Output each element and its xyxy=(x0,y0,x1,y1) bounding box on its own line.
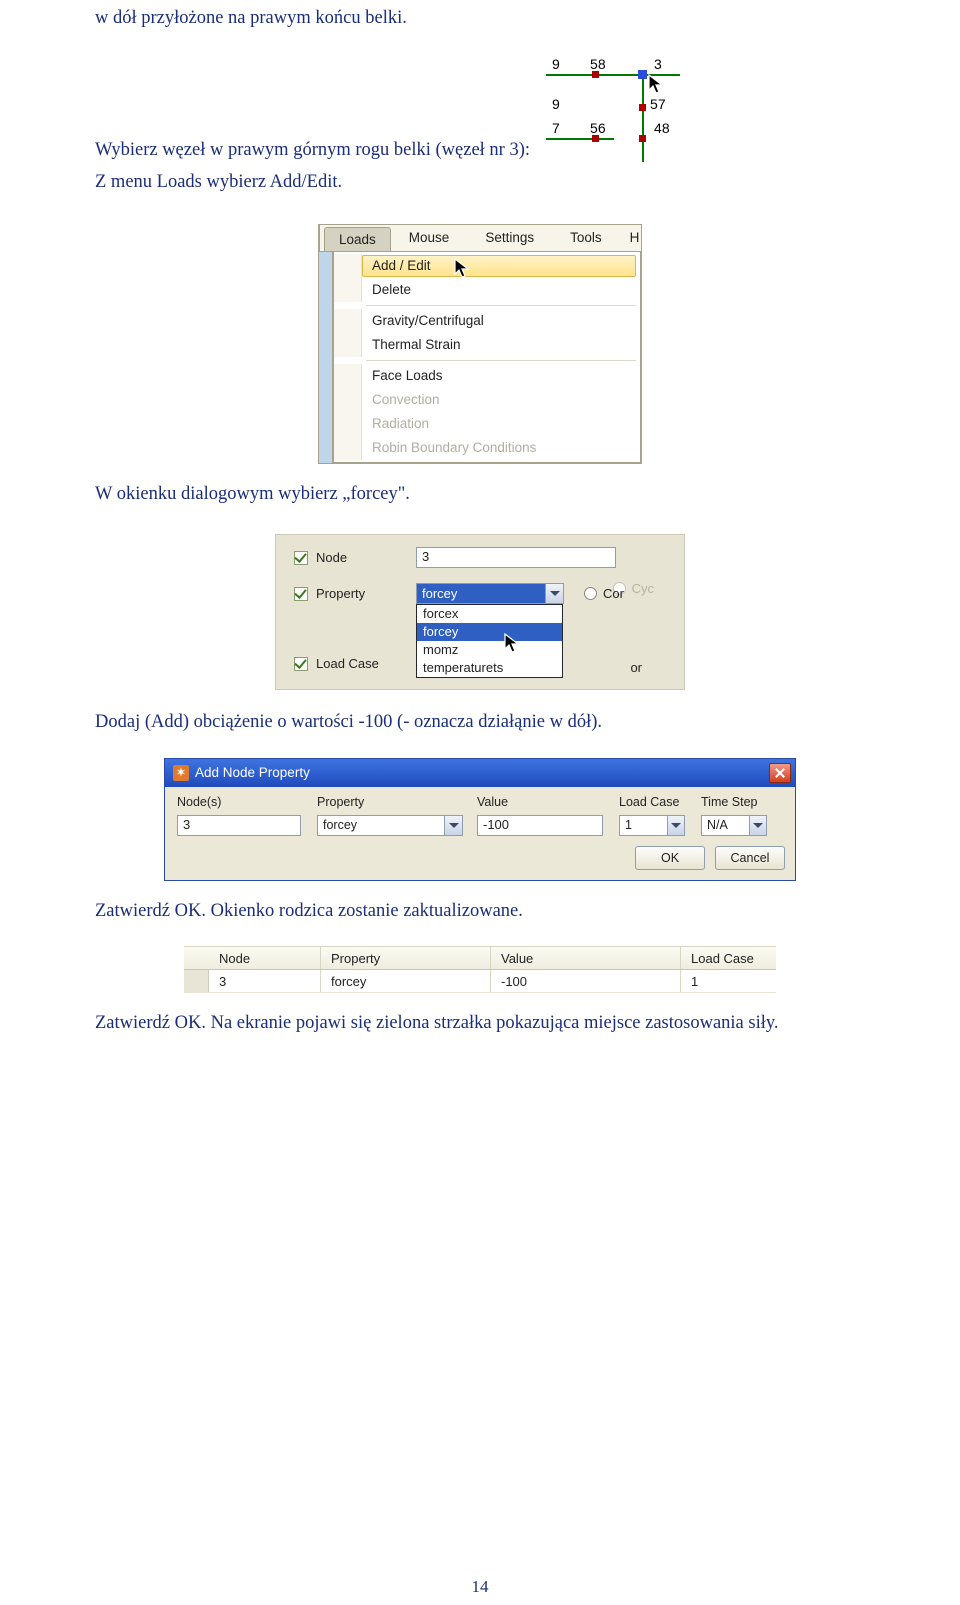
node-label: 7 xyxy=(552,120,560,136)
paragraph: w dół przyłożone na prawym końcu belki. xyxy=(95,6,865,32)
col-header-node[interactable]: Node xyxy=(209,947,321,969)
page-number: 14 xyxy=(0,1577,960,1597)
combo-loadcase[interactable]: 1 xyxy=(619,815,685,836)
node-label: 3 xyxy=(654,56,662,72)
col-header-nodes: Node(s) xyxy=(177,795,317,815)
menu-mouse[interactable]: Mouse xyxy=(391,225,468,251)
col-header-loadcase[interactable]: Load Case xyxy=(681,947,776,969)
close-icon[interactable] xyxy=(769,763,791,783)
dialog-titlebar[interactable]: ✶ Add Node Property xyxy=(165,759,795,787)
cell-property: forcey xyxy=(321,970,491,992)
menu-item-gravity[interactable]: Gravity/Centrifugal xyxy=(334,309,640,333)
combo-option[interactable]: forcey xyxy=(417,623,562,641)
menu-item-convection: Convection xyxy=(334,388,640,412)
menu-loads[interactable]: Loads xyxy=(324,227,391,251)
label-node: Node xyxy=(316,550,416,565)
input-nodes[interactable]: 3 xyxy=(177,815,301,836)
node-label: 9 xyxy=(552,56,560,72)
combo-value: forcey xyxy=(417,584,545,603)
menu-item-label: Thermal Strain xyxy=(362,337,461,352)
combo-option[interactable]: momz xyxy=(417,641,562,659)
menu-item-add-edit[interactable]: Add / Edit xyxy=(334,254,640,278)
paragraph: Zatwierdź OK. Okienko rodzica zostanie z… xyxy=(95,899,865,925)
paragraph: Z menu Loads wybierz Add/Edit. xyxy=(95,170,865,196)
menu-item-label: Face Loads xyxy=(362,368,443,383)
menu-item-delete[interactable]: Delete xyxy=(334,278,640,302)
cancel-button[interactable]: Cancel xyxy=(715,846,785,870)
menu-item-label: Radiation xyxy=(362,416,429,431)
menu-item-radiation: Radiation xyxy=(334,412,640,436)
menu-item-faceloads[interactable]: Face Loads xyxy=(334,364,640,388)
col-header-property: Property xyxy=(317,795,477,815)
cursor-icon xyxy=(454,258,472,280)
add-node-property-dialog: ✶ Add Node Property Node(s) 3 Property f… xyxy=(164,758,796,881)
chevron-down-icon[interactable] xyxy=(545,584,563,603)
menu-h[interactable]: H xyxy=(620,225,658,251)
menu-item-label: Delete xyxy=(362,282,411,297)
app-icon: ✶ xyxy=(173,765,189,781)
cursor-icon xyxy=(504,633,522,655)
menu-item-thermal[interactable]: Thermal Strain xyxy=(334,333,640,357)
menu-item-label: Robin Boundary Conditions xyxy=(362,440,536,455)
radio-cor[interactable]: Cor xyxy=(584,586,624,601)
menu-separator xyxy=(366,360,636,361)
cell-value: -100 xyxy=(491,970,681,992)
menu-item-robin: Robin Boundary Conditions xyxy=(334,436,640,460)
menu-tools[interactable]: Tools xyxy=(552,225,620,251)
col-header-timestep: Time Step xyxy=(701,795,779,815)
menu-item-label: Convection xyxy=(362,392,440,407)
menu-screenshot: Loads Mouse Settings Tools H Add / Edit … xyxy=(318,224,642,464)
dialog-title: Add Node Property xyxy=(195,765,310,780)
combo-value: 1 xyxy=(620,816,667,835)
node-label: 48 xyxy=(654,120,670,136)
menu-settings[interactable]: Settings xyxy=(467,225,552,251)
node-label: 56 xyxy=(590,120,606,136)
menu-item-label: Gravity/Centrifugal xyxy=(362,313,484,328)
table-header-row: Node Property Value Load Case xyxy=(184,946,776,970)
combo-value: forcey xyxy=(318,816,444,835)
paragraph: Wybierz węzeł w prawym górnym rogu belki… xyxy=(95,138,530,164)
checkbox-loadcase[interactable] xyxy=(294,657,308,671)
input-value[interactable]: -100 xyxy=(477,815,603,836)
col-header-property[interactable]: Property xyxy=(321,947,491,969)
checkbox-property[interactable] xyxy=(294,587,308,601)
combo-option[interactable]: temperaturets xyxy=(417,659,562,677)
combo-property-list[interactable]: forcex forcey momz temperaturets xyxy=(416,604,563,678)
combo-option[interactable]: forcex xyxy=(417,605,562,623)
cell-node: 3 xyxy=(209,970,321,992)
paragraph: W okienku dialogowym wybierz „forcey". xyxy=(95,482,865,508)
node-label: 9 xyxy=(552,96,560,112)
combo-value: N/A xyxy=(702,816,749,835)
menu-separator xyxy=(366,305,636,306)
ok-button[interactable]: OK xyxy=(635,846,705,870)
radio-label: Cor xyxy=(603,586,624,601)
input-node[interactable]: 3 xyxy=(416,547,616,568)
cell-loadcase: 1 xyxy=(681,970,776,992)
paragraph: Zatwierdź OK. Na ekranie pojawi się ziel… xyxy=(95,1011,865,1037)
chevron-down-icon[interactable] xyxy=(444,816,462,835)
listview-screenshot: Node Property Value Load Case 3 forcey -… xyxy=(184,946,776,993)
col-header-value[interactable]: Value xyxy=(491,947,681,969)
node-label: 58 xyxy=(590,56,606,72)
checkbox-node[interactable] xyxy=(294,551,308,565)
label-loadcase: Load Case xyxy=(316,656,416,671)
combo-property[interactable]: forcey xyxy=(416,583,564,604)
col-header-value: Value xyxy=(477,795,619,815)
chevron-down-icon[interactable] xyxy=(667,816,684,835)
combo-timestep[interactable]: N/A xyxy=(701,815,767,836)
combo-property[interactable]: forcey xyxy=(317,815,463,836)
col-header-loadcase: Load Case xyxy=(619,795,701,815)
cursor-icon xyxy=(648,74,666,96)
paragraph: Dodaj (Add) obciążenie o wartości -100 (… xyxy=(95,710,865,736)
table-row[interactable]: 3 forcey -100 1 xyxy=(184,970,776,993)
label-or: or xyxy=(630,660,642,675)
chevron-down-icon[interactable] xyxy=(749,816,766,835)
menu-item-label: Add / Edit xyxy=(362,258,431,273)
node-label: 57 xyxy=(650,96,666,112)
node-diagram-figure: 9 58 3 9 57 7 56 48 xyxy=(542,56,684,166)
label-property: Property xyxy=(316,586,416,601)
property-panel-screenshot: Node 3 Property forcey Cor forcex forcey… xyxy=(275,534,685,690)
